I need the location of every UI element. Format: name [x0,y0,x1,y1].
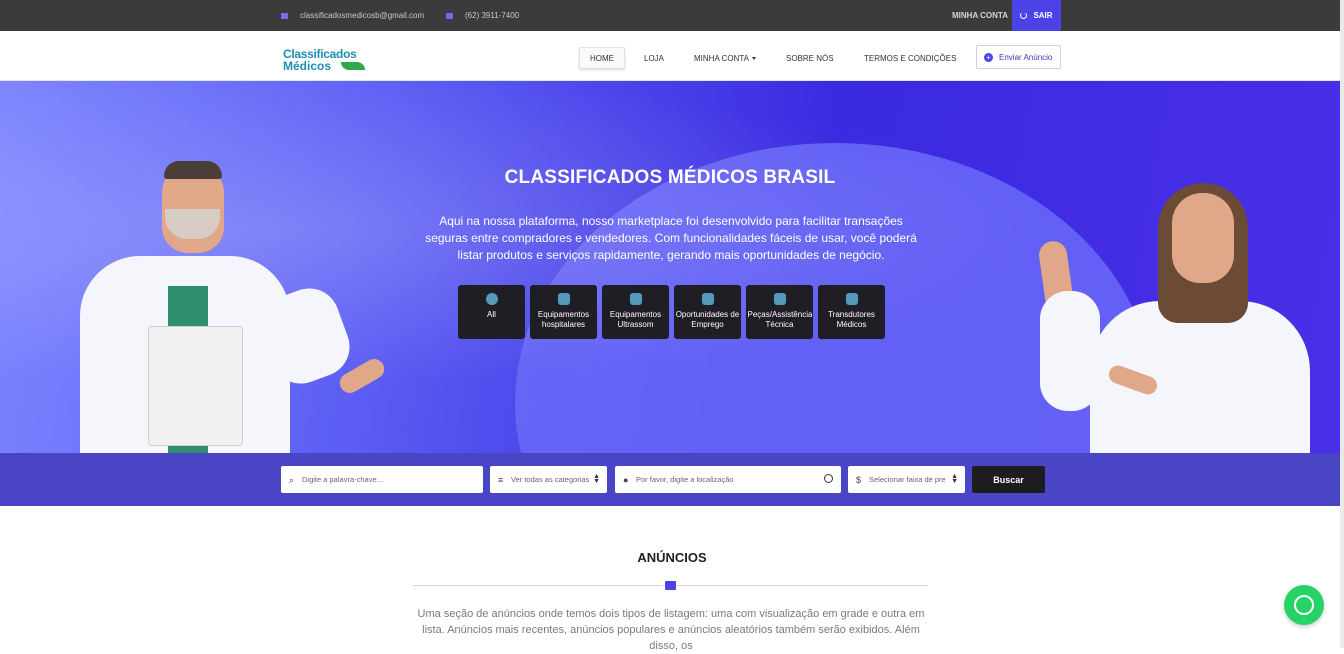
category-select[interactable]: ≡ Ver todas as categorias ▲ ▼ [490,466,607,493]
my-account-link[interactable]: MINHA CONTA [952,0,1008,31]
nav-shop[interactable]: LOJA [644,47,664,69]
keyword-placeholder: Digite a palavra-chave... [302,475,383,484]
briefcase-icon [663,579,677,591]
hero-description: Aqui na nossa plataforma, nosso marketpl… [425,214,917,262]
plus-icon: + [984,52,993,62]
category-label: Oportunidades de Emprego [675,310,740,329]
location-input[interactable]: ● Por favor, digite a localização [615,466,841,493]
search-icon: ⌕ [289,474,295,485]
nav-about[interactable]: SOBRE NÓS [786,47,834,69]
list-icon: ≡ [498,474,504,485]
envelope-icon [281,12,288,19]
power-icon [1020,12,1028,19]
phone-icon [446,12,453,19]
phone-text: (62) 3911-7400 [465,11,520,20]
logout-button[interactable]: SAIR [1012,0,1061,31]
price-range-select[interactable]: $ Selecionar faixa de preço ▲▼ [848,466,965,493]
hero-title: CLASSIFICADOS MÉDICOS BRASIL [504,167,836,188]
equipment-icon [557,293,570,305]
send-ad-label: Enviar Anúncio [999,52,1053,62]
dollar-icon: $ [856,474,862,485]
email-text: classificadosmedicosb@gmail.com [300,11,425,20]
logo-leaf-icon [341,62,365,70]
main-nav: Classificados Médicos HOME LOJA MINHA CO… [0,31,1344,81]
hero-banner: CLASSIFICADOS MÉDICOS BRASIL Aqui na nos… [0,81,1344,453]
nav-my-account[interactable]: MINHA CONTA [694,47,756,69]
nav-home[interactable]: HOME [579,47,625,69]
transducer-icon [845,293,858,305]
select-arrows-icon: ▲ ▼ [593,473,600,485]
category-label: Equipamentos Ultrassom [609,310,662,329]
category-equipamentos-hospitalares[interactable]: Equipamentos hospitalares [530,285,597,339]
contact-phone[interactable]: (62) 3911-7400 [446,0,519,31]
crosshair-icon[interactable] [824,474,833,483]
scrollbar[interactable] [1340,0,1344,648]
category-oportunidades-emprego[interactable]: Oportunidades de Emprego [674,285,741,339]
category-transdutores-medicos[interactable]: Transdutores Médicos [818,285,885,339]
category-all[interactable]: All [458,285,525,339]
search-bar: ⌕ Digite a palavra-chave... ≡ Ver todas … [0,453,1344,506]
logout-label: SAIR [1033,11,1053,20]
nav-my-account-label: MINHA CONTA [694,53,749,63]
category-label: Equipamentos hospitalares [537,310,590,329]
category-label: Peças/Assistência Técnica [747,310,812,329]
ultrasound-icon [629,293,642,305]
whatsapp-button[interactable] [1284,585,1324,625]
category-list: All Equipamentos hospitalares Equipament… [458,285,885,339]
category-label: Transdutores Médicos [828,310,875,329]
contact-email[interactable]: classificadosmedicosb@gmail.com [281,0,424,31]
ads-section-description: Uma seção de anúncios onde temos dois ti… [417,608,925,652]
top-bar: classificadosmedicosb@gmail.com (62) 391… [0,0,1344,31]
location-placeholder: Por favor, digite a localização [636,475,734,484]
job-icon [701,293,714,305]
search-button[interactable]: Buscar [972,466,1045,493]
ads-section-title: ANÚNCIOS [637,550,707,565]
male-doctor-image [80,161,390,453]
all-icon [485,293,498,305]
category-equipamentos-ultrassom[interactable]: Equipamentos Ultrassom [602,285,669,339]
female-doctor-image [1030,181,1310,453]
send-ad-button[interactable]: + Enviar Anúncio [976,45,1061,69]
select-arrows-icon: ▲ ▼ [951,473,958,485]
location-pin-icon: ● [623,474,629,485]
chevron-down-icon [751,56,756,60]
site-logo[interactable]: Classificados Médicos [283,48,367,76]
category-pecas-assistencia[interactable]: Peças/Assistência Técnica [746,285,813,339]
category-label: All [487,310,496,319]
price-select-value: Selecionar faixa de preço [869,475,945,484]
keyword-input[interactable]: ⌕ Digite a palavra-chave... [281,466,483,493]
whatsapp-icon [1294,595,1314,615]
nav-terms[interactable]: TERMOS E CONDIÇÕES [864,47,956,69]
category-select-value: Ver todas as categorias [511,475,589,484]
service-icon [773,293,786,305]
